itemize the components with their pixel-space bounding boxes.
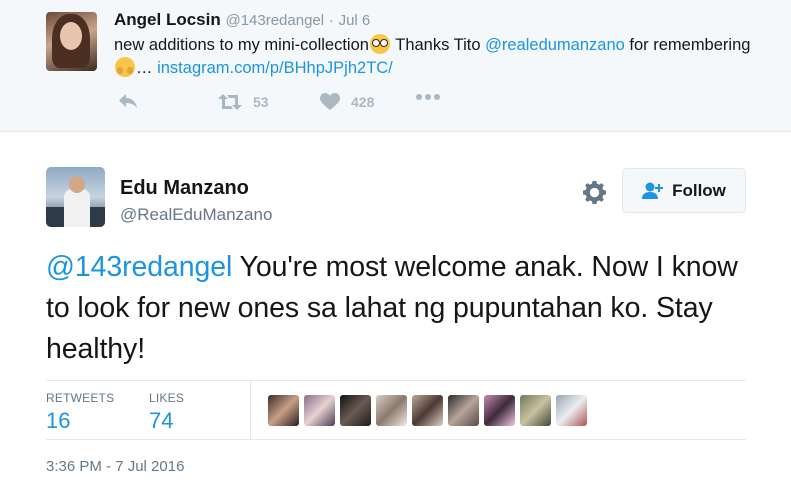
like-count: 428 (351, 94, 375, 110)
add-user-icon (642, 182, 664, 199)
more-button[interactable] (416, 93, 440, 101)
follow-button[interactable]: Follow (622, 168, 746, 213)
tweet-timestamp[interactable]: 3:36 PM - 7 Jul 2016 (46, 458, 184, 475)
author-name[interactable]: Angel Locsin (114, 10, 221, 29)
liker-avatar[interactable] (376, 395, 407, 426)
liker-avatar[interactable] (556, 395, 587, 426)
mention-link[interactable]: @143redangel (46, 251, 232, 283)
text-segment: for remembering (624, 36, 751, 54)
text-segment: Thanks Tito (390, 36, 486, 54)
retweets-value: 16 (46, 408, 71, 433)
liker-avatar[interactable] (268, 395, 299, 426)
likes-value: 74 (149, 408, 174, 433)
retweet-icon (218, 94, 242, 110)
likes-stat[interactable]: LIKES 74 (149, 391, 184, 434)
liker-avatars (268, 395, 587, 426)
tweet-stats: RETWEETS 16 LIKES 74 (46, 380, 746, 440)
retweet-count: 53 (253, 94, 269, 110)
parent-tweet-header: Angel Locsin @143redangel · Jul 6 (114, 10, 370, 30)
retweets-stat[interactable]: RETWEETS 16 (46, 391, 114, 434)
retweets-label: RETWEETS (46, 391, 115, 405)
avatar-head (69, 176, 85, 193)
liker-avatar[interactable] (412, 395, 443, 426)
avatar-body (64, 189, 90, 227)
reply-button[interactable] (118, 93, 138, 109)
mention-link[interactable]: @realedumanzano (485, 36, 625, 54)
text-segment: new additions to my mini-collection (114, 36, 369, 54)
liker-avatar[interactable] (484, 395, 515, 426)
nerd-face-emoji (369, 34, 390, 54)
avatar-face (60, 22, 82, 50)
ellipsis: … (136, 59, 158, 77)
author-name[interactable]: Edu Manzano (120, 177, 249, 200)
more-icon (416, 94, 440, 100)
avatar[interactable] (46, 167, 105, 227)
liker-avatar[interactable] (520, 395, 551, 426)
hugging-face-emoji (115, 57, 135, 77)
follow-label: Follow (672, 180, 726, 200)
author-handle[interactable]: @143redangel (225, 12, 324, 29)
reply-icon (119, 94, 137, 108)
separator: · (328, 12, 334, 29)
liker-avatar[interactable] (448, 395, 479, 426)
heart-icon (320, 93, 340, 110)
retweet-button[interactable]: 53 (218, 93, 269, 111)
tweet-text: @143redangel You're most welcome anak. N… (46, 247, 766, 370)
avatar[interactable] (46, 12, 97, 71)
stats-divider (250, 381, 251, 439)
gear-icon[interactable] (582, 180, 607, 205)
liker-avatar[interactable] (340, 395, 371, 426)
like-button[interactable]: 428 (320, 93, 374, 111)
parent-tweet-text: new additions to my mini-collection Than… (114, 34, 754, 80)
liker-avatar[interactable] (304, 395, 335, 426)
parent-tweet[interactable]: Angel Locsin @143redangel · Jul 6 new ad… (0, 0, 791, 132)
likes-label: LIKES (149, 391, 185, 405)
author-handle[interactable]: @RealEduManzano (120, 205, 272, 225)
tweet-date[interactable]: Jul 6 (339, 12, 371, 29)
external-link[interactable]: instagram.com/p/BHhpJPjh2TC/ (157, 59, 393, 77)
